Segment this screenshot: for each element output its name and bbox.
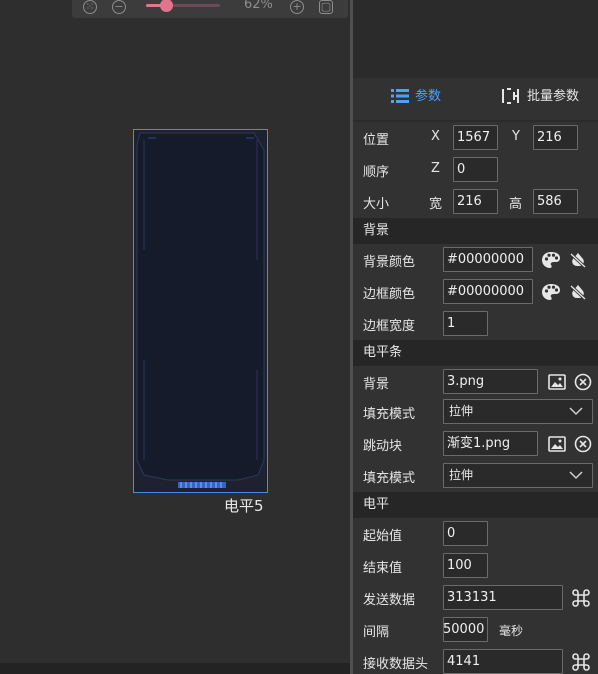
start-value-label: 起始值 [363, 529, 403, 544]
order-row: 顺序 Z 0 [353, 154, 598, 186]
width-input[interactable]: 216 [453, 189, 498, 214]
fill-mode-2-select[interactable]: 拉伸 [443, 463, 593, 488]
size-label: 大小 [363, 197, 390, 212]
jump-block-row: 跳动块 渐变1.png [353, 428, 598, 460]
property-panel: 参数 批量参数 位置 X 1567 Y 216 顺序 Z 0 大小 宽 216 … [353, 0, 598, 674]
send-data-row: 发送数据 313131 [353, 582, 598, 614]
recv-header-row: 接收数据头 4141 [353, 646, 598, 674]
end-value-row: 结束值 100 [353, 550, 598, 582]
end-value-input[interactable]: 100 [443, 553, 488, 578]
tab-params-label: 参数 [415, 89, 442, 104]
level-section-header[interactable]: 电平 [353, 492, 598, 518]
interval-input[interactable]: 50000 [443, 617, 488, 642]
fill-mode-label: 填充模式 [363, 407, 416, 422]
level-bar-bg-label: 背景 [363, 377, 390, 392]
jump-block-label: 跳动块 [363, 439, 403, 454]
y-label: Y [512, 129, 520, 144]
background-section-header[interactable]: 背景 [353, 218, 598, 244]
horizontal-scrollbar[interactable] [0, 663, 350, 674]
border-color-label: 边框颜色 [363, 287, 416, 302]
jump-block-input[interactable]: 渐变1.png [443, 431, 538, 456]
fullscreen-icon[interactable]: ▢ [319, 0, 333, 14]
end-value-label: 结束值 [363, 561, 403, 576]
widget-name-label: 电平5 [224, 497, 264, 515]
level-bar-bg-input[interactable]: 3.png [443, 369, 538, 394]
border-color-row: 边框颜色 #00000000 [353, 276, 598, 308]
fill-mode-row: 填充模式 拉伸 [353, 396, 598, 428]
command-icon[interactable] [571, 652, 591, 672]
image-icon[interactable] [547, 434, 567, 454]
palette-icon[interactable] [541, 282, 561, 302]
border-width-row: 边框宽度 1 [353, 308, 598, 340]
scrolled-section-edge [353, 116, 598, 120]
remove-icon[interactable] [573, 434, 593, 454]
sci-fi-border-graphic [136, 132, 265, 488]
remove-icon[interactable] [573, 372, 593, 392]
zoom-toolbar: ⁙ − 62% + ▢ [72, 0, 348, 18]
order-label: 顺序 [363, 165, 390, 180]
bg-color-input[interactable]: #00000000 [443, 247, 533, 272]
panel-top-area [353, 0, 598, 78]
fill-mode-value: 拉伸 [449, 404, 474, 418]
interval-unit: 毫秒 [499, 624, 524, 638]
bg-color-label: 背景颜色 [363, 255, 416, 270]
zoom-slider-handle[interactable] [160, 0, 173, 12]
interval-label: 间隔 [363, 625, 390, 640]
recv-header-input[interactable]: 4141 [443, 649, 563, 674]
fill-mode-2-row: 填充模式 拉伸 [353, 460, 598, 492]
fit-icon[interactable]: ⁙ [83, 0, 97, 14]
list-icon [391, 89, 409, 103]
batch-params-icon [502, 88, 519, 104]
command-icon[interactable] [571, 588, 591, 608]
design-canvas[interactable]: ⁙ − 62% + ▢ 电平5 [0, 0, 350, 674]
clear-color-icon[interactable] [568, 250, 588, 270]
level-bar-section-header[interactable]: 电平条 [353, 340, 598, 366]
start-value-input[interactable]: 0 [443, 521, 488, 546]
zoom-out-icon[interactable]: − [112, 0, 126, 14]
fill-mode-2-label: 填充模式 [363, 471, 416, 486]
start-value-row: 起始值 0 [353, 518, 598, 550]
palette-icon[interactable] [541, 250, 561, 270]
z-label: Z [431, 161, 440, 176]
zoom-slider[interactable] [146, 0, 220, 12]
chevron-down-icon [569, 471, 583, 480]
z-input[interactable]: 0 [453, 157, 498, 182]
tab-batch-params-label: 批量参数 [527, 89, 580, 104]
recv-header-label: 接收数据头 [363, 657, 429, 672]
level-bar-bg-row: 背景 3.png [353, 366, 598, 398]
zoom-level: 62% [244, 0, 273, 12]
zoom-in-icon[interactable]: + [290, 0, 304, 14]
image-icon[interactable] [547, 372, 567, 392]
border-color-input[interactable]: #00000000 [443, 279, 533, 304]
width-label: 宽 [429, 197, 443, 212]
clear-color-icon[interactable] [568, 282, 588, 302]
chevron-down-icon [569, 407, 583, 416]
height-label: 高 [509, 197, 523, 212]
bg-color-row: 背景颜色 #00000000 [353, 244, 598, 276]
fill-mode-select[interactable]: 拉伸 [443, 399, 593, 424]
level-widget-frame[interactable] [133, 129, 268, 493]
tab-params[interactable]: 参数 [391, 87, 441, 107]
position-row: 位置 X 1567 Y 216 [353, 122, 598, 154]
fill-mode-2-value: 拉伸 [449, 468, 474, 482]
size-row: 大小 宽 216 高 586 [353, 186, 598, 218]
x-label: X [431, 129, 440, 144]
property-tabs: 参数 批量参数 [353, 78, 598, 116]
border-width-input[interactable]: 1 [443, 311, 488, 336]
y-input[interactable]: 216 [533, 125, 578, 150]
send-data-label: 发送数据 [363, 593, 416, 608]
border-width-label: 边框宽度 [363, 319, 416, 334]
position-label: 位置 [363, 133, 390, 148]
interval-row: 间隔 50000 毫秒 [353, 614, 598, 646]
tab-batch-params[interactable]: 批量参数 [501, 87, 579, 107]
send-data-input[interactable]: 313131 [443, 585, 563, 610]
x-input[interactable]: 1567 [453, 125, 498, 150]
height-input[interactable]: 586 [533, 189, 578, 214]
